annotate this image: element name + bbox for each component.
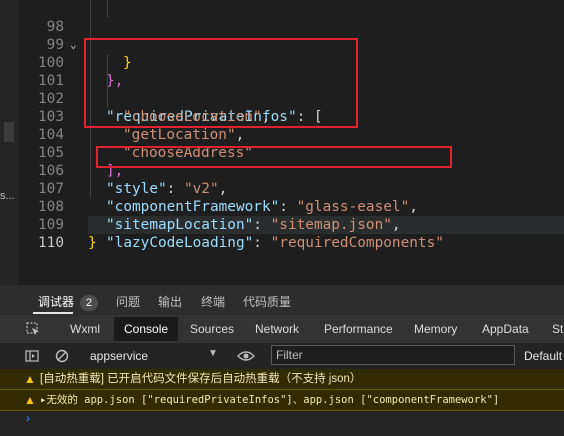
code-editor[interactable]: 98 } 99 }, 100 ⌄ "requiredPrivateInfos":… [18, 0, 564, 285]
filter-input[interactable]: Filter [271, 345, 515, 365]
tab-performance[interactable]: Performance [324, 322, 393, 336]
code-line: 110 [18, 216, 564, 251]
chevron-down-icon[interactable]: ⌄ [70, 36, 77, 54]
clear-console-icon[interactable] [55, 349, 69, 363]
console-warning: ▲ [自动热重载] 已开启代码文件保存后自动热重载（不支持 json） [0, 369, 564, 390]
warning-icon: ▲ [24, 393, 36, 407]
tab-network[interactable]: Network [255, 322, 299, 336]
code-line: 99 }, [18, 18, 564, 89]
code-line: 98 } [18, 0, 564, 71]
context-select[interactable]: appservice [90, 349, 148, 363]
tab-appdata[interactable]: AppData [482, 322, 529, 336]
active-tab-indicator [33, 312, 73, 314]
code-line: 105 "style": "v2", [18, 126, 564, 197]
sidebar-toggle-icon[interactable] [25, 349, 39, 363]
log-levels-select[interactable]: Default [524, 349, 562, 363]
tab-memory[interactable]: Memory [414, 322, 457, 336]
tab-overflow[interactable]: St [552, 322, 563, 336]
panel-tab-bar: 调试器 2 问题 输出 终端 代码质量 [0, 285, 564, 316]
tab-terminal[interactable]: 终端 [201, 293, 225, 310]
tab-wxml[interactable]: Wxml [70, 322, 100, 336]
console-filter-bar: appservice ▼ Filter Default [0, 343, 564, 370]
code-line: 109 } [18, 198, 564, 251]
highlight-box [96, 146, 452, 168]
console-warning[interactable]: ▲ ▸无效的 app.json ["requiredPrivateInfos"]… [0, 390, 564, 411]
warning-message: [自动热重载] 已开启代码文件保存后自动热重载（不支持 json） [40, 373, 362, 385]
sidebar-tab[interactable] [4, 122, 14, 142]
tab-sources[interactable]: Sources [190, 322, 234, 336]
activity-strip: s... [0, 0, 18, 285]
tab-output[interactable]: 输出 [158, 293, 182, 310]
caret-down-icon[interactable]: ▼ [208, 348, 218, 359]
tab-code-quality[interactable]: 代码质量 [243, 293, 291, 310]
warning-icon: ▲ [24, 372, 36, 386]
highlight-box [84, 38, 358, 128]
inspect-element-icon[interactable] [26, 322, 40, 336]
console-prompt[interactable]: › [26, 411, 30, 425]
line-number: 110 [38, 235, 64, 251]
eye-icon[interactable] [237, 349, 255, 363]
warning-message[interactable]: ▸无效的 app.json ["requiredPrivateInfos"]、a… [40, 390, 499, 410]
tab-problems[interactable]: 问题 [116, 293, 140, 310]
code-line: 108 "lazyCodeLoading": "requiredComponen… [18, 180, 564, 251]
count-badge: 2 [80, 295, 99, 311]
bottom-panel: 调试器 2 问题 输出 终端 代码质量 Wxml Console Sources … [0, 285, 564, 436]
tab-console[interactable]: Console [114, 317, 179, 341]
devtools-tab-bar: Wxml Console Sources Network Performance… [0, 315, 564, 344]
tab-debugger[interactable]: 调试器 2 [38, 293, 99, 311]
truncated-label: s... [0, 190, 15, 202]
